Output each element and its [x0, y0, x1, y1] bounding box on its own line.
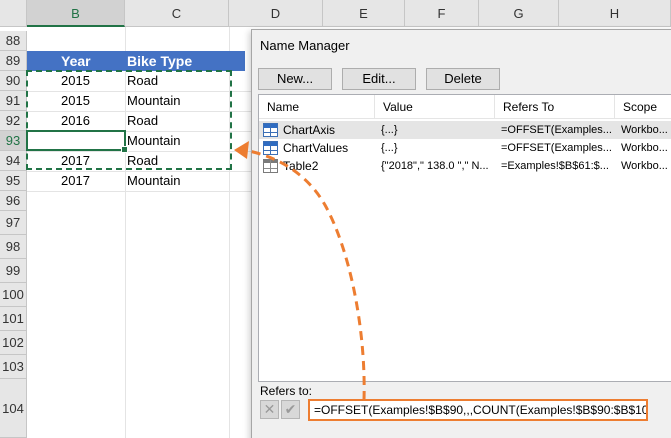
refers-to-cell: =OFFSET(Examples... [501, 124, 612, 136]
value-cell: {...} [381, 142, 398, 154]
refers-to-label: Refers to: [260, 384, 313, 398]
row-header[interactable]: 103 [0, 355, 27, 379]
name-manager-dialog: Name Manager New... Edit... Delete Name … [251, 29, 671, 438]
row-header[interactable]: 94 [0, 151, 27, 171]
edit-button[interactable]: Edit... [342, 68, 416, 90]
edit-button-label: Edit... [362, 71, 396, 86]
cell-bike-type[interactable]: Mountain [127, 171, 180, 191]
row-header[interactable]: 90 [0, 71, 27, 91]
column-header-bar: B C D E F G H [0, 0, 671, 27]
name-cell: Table2 [283, 159, 319, 173]
list-item[interactable]: ChartAxis {...} =OFFSET(Examples... Work… [259, 121, 671, 139]
scope-cell: Workbo... [621, 160, 668, 172]
row-header[interactable]: 104 [0, 379, 27, 438]
row-header[interactable]: 98 [0, 235, 27, 259]
scope-cell: Workbo... [621, 124, 668, 136]
row-header[interactable]: 92 [0, 111, 27, 131]
column-scope[interactable]: Scope [615, 95, 671, 119]
refers-to-cell: =Examples!$B$61:$... [501, 160, 609, 172]
row-header-selected[interactable]: 93 [0, 131, 27, 151]
new-button-label: New... [276, 71, 314, 86]
scope-cell: Workbo... [621, 142, 668, 154]
copy-marquee-range [26, 70, 232, 170]
value-cell: {...} [381, 124, 398, 136]
column-name[interactable]: Name [259, 95, 375, 119]
column-header-b[interactable]: B [27, 0, 125, 27]
row-header[interactable]: 96 [0, 191, 27, 211]
named-range-icon [263, 123, 278, 137]
arrow-head [234, 141, 249, 159]
refers-to-cell: =OFFSET(Examples... [501, 142, 612, 154]
column-header-f[interactable]: F [405, 0, 479, 27]
table-header-bike-type[interactable]: Bike Type [127, 51, 192, 71]
column-refers-to[interactable]: Refers To [495, 95, 615, 119]
new-button[interactable]: New... [258, 68, 332, 90]
names-list-header: Name Value Refers To Scope [259, 95, 671, 119]
row-header[interactable]: 101 [0, 307, 27, 331]
delete-button[interactable]: Delete [426, 68, 500, 90]
column-header-g[interactable]: G [479, 0, 559, 27]
row-header[interactable]: 91 [0, 91, 27, 111]
list-item[interactable]: Table2 {"2018"," 138.0 "," N... =Example… [259, 157, 671, 175]
table-icon [263, 159, 278, 173]
row-header[interactable]: 102 [0, 331, 27, 355]
checkmark-icon[interactable]: ✔ [281, 400, 300, 419]
row-header[interactable]: 97 [0, 211, 27, 235]
delete-button-label: Delete [444, 71, 482, 86]
column-header-d[interactable]: D [229, 0, 323, 27]
named-range-icon [263, 141, 278, 155]
gridline [27, 191, 257, 192]
column-value[interactable]: Value [375, 95, 495, 119]
column-header-e[interactable]: E [323, 0, 405, 27]
dialog-title: Name Manager [260, 38, 350, 53]
row-header[interactable]: 99 [0, 259, 27, 283]
column-header-c[interactable]: C [125, 0, 229, 27]
refers-to-input[interactable]: =OFFSET(Examples!$B$90,,,COUNT(Examples!… [308, 399, 648, 421]
list-item[interactable]: ChartValues {...} =OFFSET(Examples... Wo… [259, 139, 671, 157]
cell-year[interactable]: 2017 [61, 171, 90, 191]
column-header-h[interactable]: H [559, 0, 671, 27]
table-header-year[interactable]: Year [61, 51, 91, 71]
row-header[interactable]: 89 [0, 51, 27, 71]
row-header[interactable]: 100 [0, 283, 27, 307]
row-header[interactable]: 88 [0, 31, 27, 51]
name-cell: ChartAxis [283, 123, 336, 137]
cancel-x-icon[interactable]: ✕ [260, 400, 279, 419]
name-cell: ChartValues [283, 141, 349, 155]
value-cell: {"2018"," 138.0 "," N... [381, 160, 489, 172]
corner-select-all[interactable] [0, 0, 27, 27]
row-header[interactable]: 95 [0, 171, 27, 191]
names-list[interactable]: Name Value Refers To Scope ChartAxis {..… [258, 94, 671, 382]
table-header-row: Year Bike Type [27, 51, 245, 71]
